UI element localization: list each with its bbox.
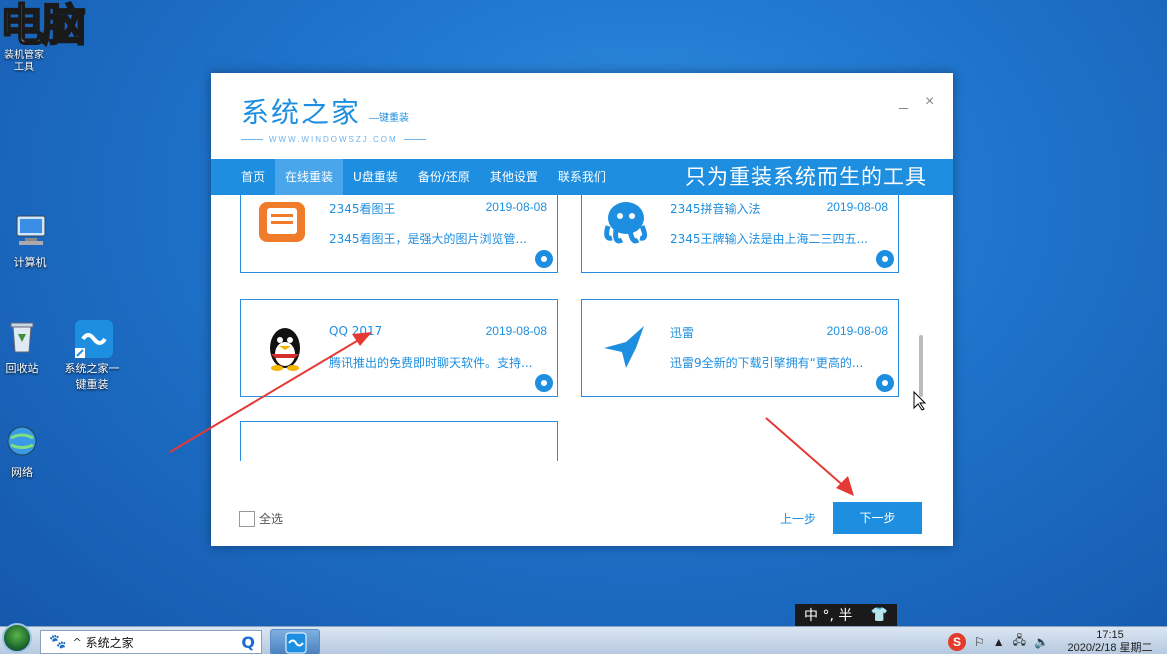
- network-tray-icon[interactable]: 🖧: [1013, 631, 1026, 652]
- shirt-icon[interactable]: 👕: [871, 607, 888, 623]
- reinstall-app-icon: [285, 632, 307, 654]
- search-q-icon[interactable]: Q: [241, 633, 255, 652]
- start-button[interactable]: [2, 623, 32, 653]
- taskbar-search-text: 系统之家: [85, 635, 134, 650]
- system-tray: S ⚐ ▲ 🖧 🔈: [948, 631, 1049, 652]
- annotation-arrows: [169, 332, 927, 496]
- clock-date: 2020/2/18 星期二: [1067, 642, 1153, 654]
- chevron-up-icon[interactable]: ^: [72, 636, 81, 649]
- sogou-s-icon[interactable]: S: [948, 632, 966, 651]
- taskbar-clock[interactable]: 17:15 2020/2/18 星期二: [1060, 629, 1160, 654]
- clock-time: 17:15: [1096, 629, 1124, 641]
- arrow-to-qq: [169, 332, 372, 453]
- arrow-to-next: [765, 417, 854, 496]
- mouse-cursor-icon: [913, 390, 927, 411]
- tray-expand-icon[interactable]: ▲: [993, 635, 1005, 649]
- taskbar-app-reinstall[interactable]: [270, 629, 320, 654]
- ime-toolbar[interactable]: 中 °, 半 👕: [795, 604, 897, 626]
- baidu-paw-icon: 🐾: [49, 634, 67, 650]
- taskbar-search-box[interactable]: 🐾 ^ 系统之家 Q: [40, 630, 262, 654]
- volume-icon[interactable]: 🔈: [1034, 635, 1049, 649]
- ime-status: 中 °, 半: [804, 608, 853, 624]
- tray-flag-icon[interactable]: ⚐: [974, 635, 985, 649]
- taskbar: 🐾 ^ 系统之家 Q S ⚐ ▲ 🖧 🔈 17:15 2020/2/18 星期二: [0, 623, 1167, 654]
